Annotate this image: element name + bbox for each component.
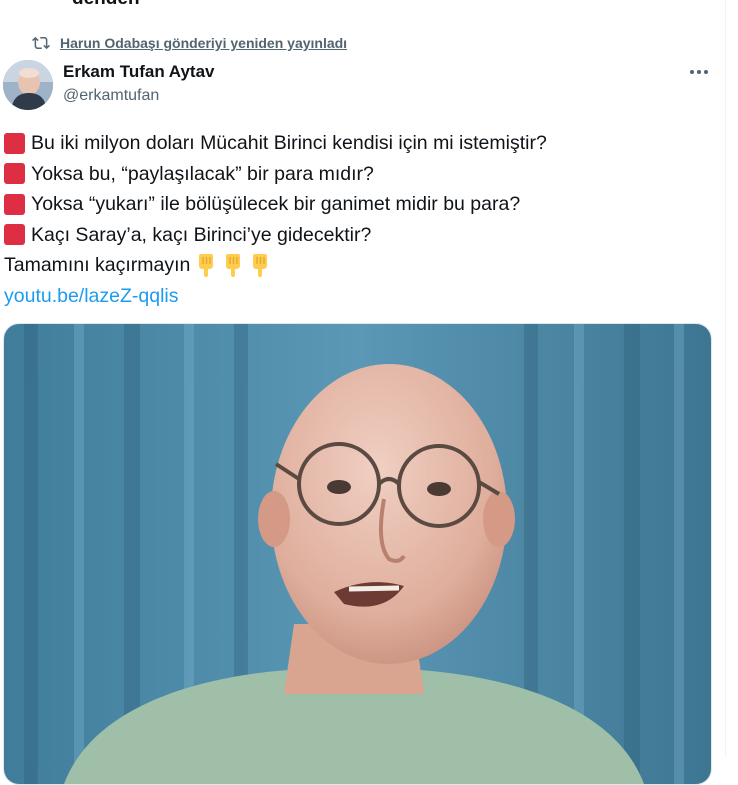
timeline-border xyxy=(725,0,726,757)
tweet-line: Bu iki milyon doları Mücahit Birinci ken… xyxy=(4,128,704,159)
tweet-cta-text: Tamamını kaçırmayın xyxy=(4,254,191,276)
thumbnail-image xyxy=(4,324,711,784)
tweet-header: Erkam Tufan Aytav @erkamtufan xyxy=(63,62,214,105)
tweet-line: Yoksa “yukarı” ile bölüşülecek bir ganim… xyxy=(4,189,704,220)
red-square-icon xyxy=(4,132,25,154)
avatar-image xyxy=(3,60,53,110)
avatar[interactable] xyxy=(3,60,53,110)
red-square-icon xyxy=(4,224,25,246)
tweet-line-text: Yoksa “yukarı” ile bölüşülecek bir ganim… xyxy=(31,193,521,215)
tweet-text: Bu iki milyon doları Mücahit Birinci ken… xyxy=(4,128,704,311)
red-square-icon xyxy=(4,193,25,215)
tweet-line-text: Bu iki milyon doları Mücahit Birinci ken… xyxy=(31,132,547,154)
author-display-name[interactable]: Erkam Tufan Aytav xyxy=(63,62,214,82)
video-thumbnail[interactable] xyxy=(3,323,712,785)
tweet-line: Kaçı Saray’a, kaçı Birinci’ye gidecektir… xyxy=(4,220,704,251)
tweet-line: Yoksa bu, “paylaşılacak” bir para mıdır? xyxy=(4,159,704,190)
pointing-down-hand-icon xyxy=(199,254,214,278)
pointing-down-hand-icon xyxy=(253,254,268,278)
more-horizontal-icon xyxy=(690,70,708,74)
youtube-link[interactable]: youtu.be/lazeZ-qqlis xyxy=(4,281,179,312)
retweet-context: Harun Odabaşı gönderiyi yeniden yayınlad… xyxy=(32,34,347,52)
retweet-icon xyxy=(32,36,50,50)
tweet-line-text: Kaçı Saray’a, kaçı Birinci’ye gidecektir… xyxy=(31,223,372,246)
previous-tweet-text: dendeh xyxy=(72,0,140,10)
tweet-line-text: Yoksa bu, “paylaşılacak” bir para mıdır? xyxy=(31,162,374,185)
retweet-label[interactable]: Harun Odabaşı gönderiyi yeniden yayınlad… xyxy=(60,35,347,51)
tweet-link-line: youtu.be/lazeZ-qqlis xyxy=(4,281,704,312)
author-handle[interactable]: @erkamtufan xyxy=(63,87,214,105)
red-square-icon xyxy=(4,163,25,185)
pointing-down-hand-icon xyxy=(226,254,241,278)
more-options-button[interactable] xyxy=(682,58,716,86)
tweet-cta-line: Tamamını kaçırmayın xyxy=(4,250,704,281)
